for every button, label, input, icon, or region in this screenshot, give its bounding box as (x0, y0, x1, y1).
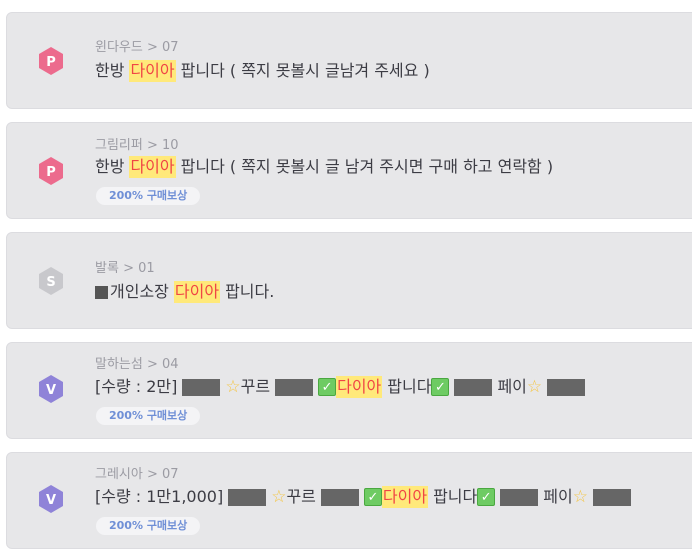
redacted-block (228, 488, 267, 506)
highlight-keyword: 다이아 (129, 156, 176, 178)
redacted-block (320, 488, 359, 506)
channel: 01 (138, 261, 155, 276)
listing-meta: 그림리퍼 > 10 (95, 138, 179, 154)
server-name: 말하는섬 (95, 357, 143, 372)
check-icon: ✓ (477, 488, 496, 506)
check-icon: ✓ (318, 378, 337, 396)
separator: > (123, 261, 134, 276)
svg-text:P: P (46, 165, 56, 180)
redacted-block (592, 488, 631, 506)
listing-card[interactable]: S 발록 > 01 개인소장 다이아 팝니다. (6, 232, 692, 329)
listing-card[interactable]: V 말하는섬 > 04 [수량 : 2만] ☆ 꾸르 ✓ 다이아 팝니다 ✓ 페… (6, 342, 692, 439)
hexagon-p-icon: P (33, 153, 69, 189)
check-icon: ✓ (431, 378, 450, 396)
hexagon-v-icon: V (33, 481, 69, 517)
listing-title[interactable]: [수량 : 1만1,000] ☆ 꾸르 ✓ 다이아 팝니다 ✓ 페이 ☆ (95, 486, 631, 508)
star-icon: ☆ (225, 377, 241, 397)
svg-text:P: P (46, 55, 56, 70)
listing-title[interactable]: 한방 다이아 팝니다 ( 쪽지 못볼시 글 남겨 주시면 구매 하고 연락함 ) (95, 156, 553, 178)
highlight-keyword: 다이아 (173, 281, 221, 303)
star-icon: ☆ (572, 487, 588, 507)
svg-text:S: S (46, 275, 55, 290)
server-name: 발록 (95, 261, 119, 276)
redacted-block (454, 378, 493, 396)
separator: > (146, 138, 158, 153)
channel: 07 (162, 467, 179, 482)
listing-meta: 그레시아 > 07 (95, 467, 179, 483)
listing-card[interactable]: P 그림리퍼 > 10 한방 다이아 팝니다 ( 쪽지 못볼시 글 남겨 주시면… (6, 122, 692, 219)
redacted-block (547, 378, 586, 396)
reward-badge: 200% 구매보상 (96, 517, 201, 535)
server-name: 그레시아 (95, 467, 143, 482)
highlight-keyword: 다이아 (336, 376, 383, 398)
separator: > (146, 40, 158, 55)
listing-title[interactable]: 개인소장 다이아 팝니다. (95, 281, 274, 303)
highlight-keyword: 다이아 (381, 486, 429, 508)
separator: > (146, 357, 158, 372)
bullet-square-icon (95, 285, 108, 299)
listing-meta: 윈다우드 > 07 (95, 40, 179, 56)
listing-card[interactable]: P 윈다우드 > 07 한방 다이아 팝니다 ( 쪽지 못볼시 글남겨 주세요 … (6, 12, 692, 109)
reward-badge: 200% 구매보상 (96, 187, 201, 205)
hexagon-p-icon: P (33, 43, 69, 79)
channel: 04 (162, 357, 179, 372)
separator: > (146, 467, 158, 482)
channel: 10 (162, 138, 179, 153)
listing-title[interactable]: [수량 : 2만] ☆ 꾸르 ✓ 다이아 팝니다 ✓ 페이 ☆ (95, 376, 586, 398)
server-name: 그림리퍼 (95, 138, 143, 153)
listing-title[interactable]: 한방 다이아 팝니다 ( 쪽지 못볼시 글남겨 주세요 ) (95, 60, 430, 82)
svg-text:V: V (46, 493, 56, 508)
redacted-block (275, 378, 314, 396)
listing-card[interactable]: V 그레시아 > 07 [수량 : 1만1,000] ☆ 꾸르 ✓ 다이아 팝니… (6, 452, 692, 549)
listing-list: P 윈다우드 > 07 한방 다이아 팝니다 ( 쪽지 못볼시 글남겨 주세요 … (0, 0, 692, 557)
hexagon-s-icon: S (33, 263, 69, 299)
hexagon-v-icon: V (33, 371, 69, 407)
highlight-keyword: 다이아 (129, 60, 176, 82)
channel: 07 (162, 40, 179, 55)
redacted-block (182, 378, 221, 396)
reward-badge: 200% 구매보상 (96, 407, 201, 425)
svg-text:V: V (46, 383, 56, 398)
star-icon: ☆ (526, 377, 543, 397)
listing-meta: 말하는섬 > 04 (95, 357, 179, 373)
redacted-block (500, 488, 539, 506)
check-icon: ✓ (363, 488, 382, 506)
server-name: 윈다우드 (95, 40, 143, 55)
star-icon: ☆ (271, 487, 287, 507)
listing-meta: 발록 > 01 (95, 261, 155, 277)
